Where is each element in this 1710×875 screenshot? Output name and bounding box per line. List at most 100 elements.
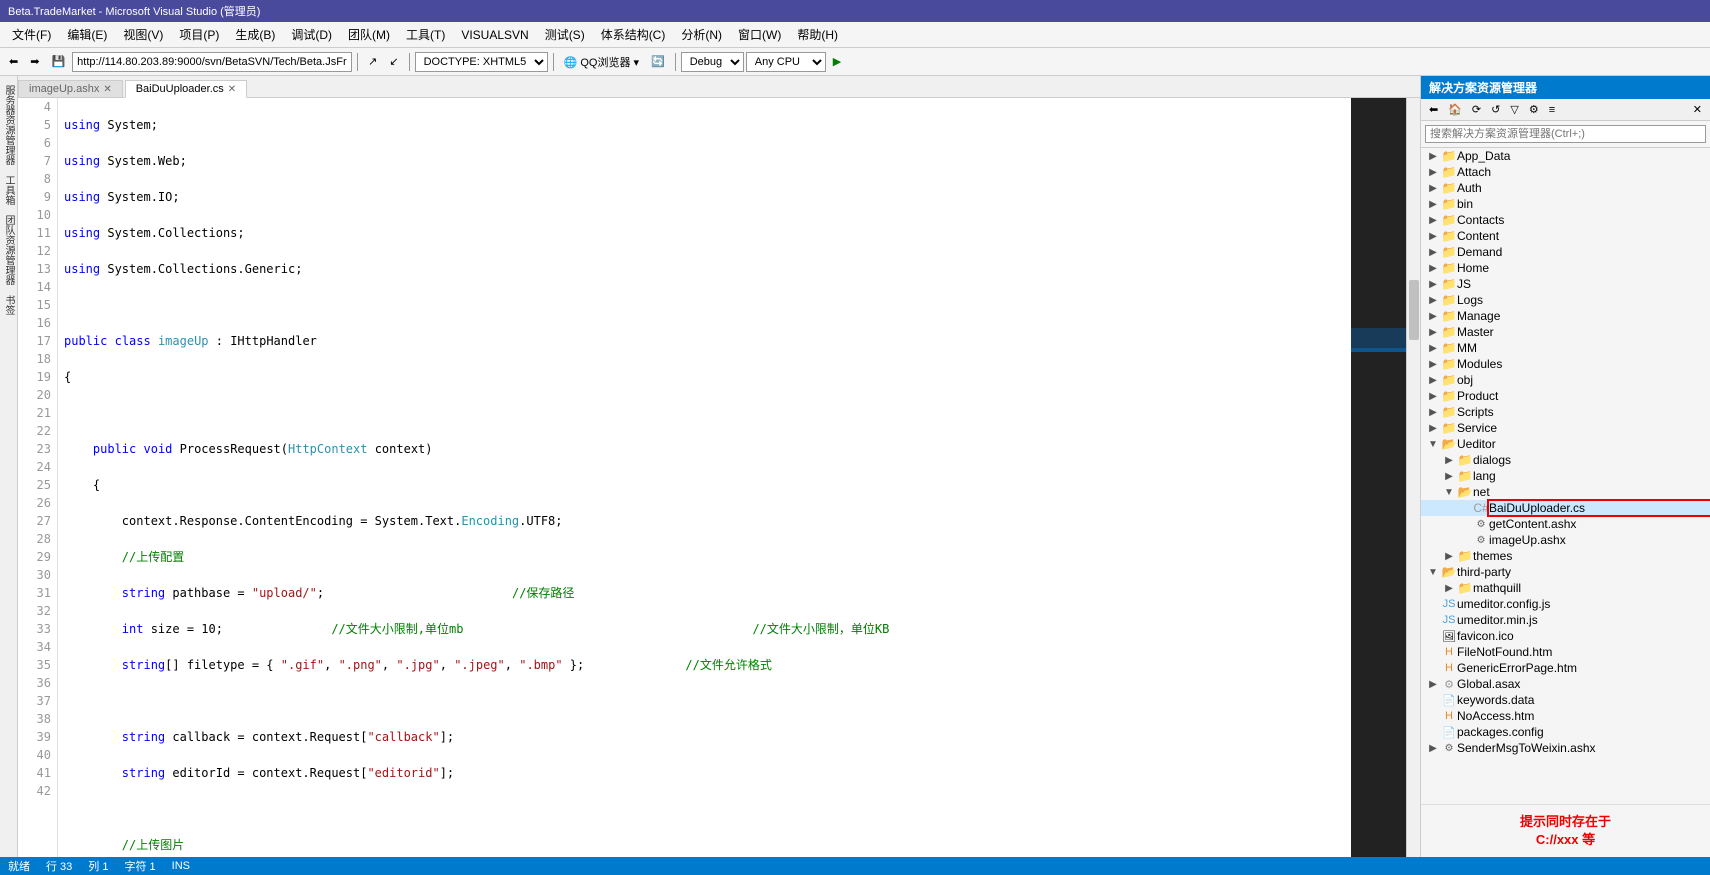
tree-item-attach[interactable]: ▶ 📁 Attach	[1421, 164, 1710, 180]
menu-bar: 文件(F) 编辑(E) 视图(V) 项目(P) 生成(B) 调试(D) 团队(M…	[0, 22, 1710, 48]
data-file-icon: 📄	[1441, 694, 1457, 707]
tree-item-logs[interactable]: ▶ 📁 Logs	[1421, 292, 1710, 308]
tree-label-genericerror: GenericErrorPage.htm	[1457, 661, 1710, 675]
tab-imageup[interactable]: imageUp.ashx ✕	[18, 80, 123, 97]
tree-item-net[interactable]: ▼ 📂 net	[1421, 484, 1710, 500]
tree-item-scripts[interactable]: ▶ 📁 Scripts	[1421, 404, 1710, 420]
toolbar-refresh[interactable]: 🔄	[646, 52, 670, 71]
tree-item-service[interactable]: ▶ 📁 Service	[1421, 420, 1710, 436]
toolbar-browser[interactable]: 🌐 QQ浏览器 ▾	[559, 51, 644, 73]
vertical-scrollbar[interactable]	[1406, 98, 1420, 857]
tree-item-thirdparty[interactable]: ▼ 📂 third-party	[1421, 564, 1710, 580]
url-input[interactable]	[72, 52, 352, 72]
menu-help[interactable]: 帮助(H)	[789, 24, 846, 45]
menu-window[interactable]: 窗口(W)	[730, 24, 789, 45]
tree-item-getcontent[interactable]: ⚙ getContent.ashx	[1421, 516, 1710, 532]
tree-toggle-baiduuploader	[1457, 503, 1473, 514]
code-content[interactable]: using System; using System.Web; using Sy…	[58, 98, 1351, 857]
tree-item-baiduuploader[interactable]: C# BaiDuUploader.cs	[1421, 500, 1710, 516]
folder-icon-bin: 📁	[1441, 197, 1457, 211]
left-toolbar-bookmark[interactable]: 书签	[0, 290, 18, 320]
rpanel-sync[interactable]: ⟳	[1468, 101, 1485, 118]
tree-item-sendermsgtoweixinashx[interactable]: ▶ ⚙ SenderMsgToWeixin.ashx	[1421, 740, 1710, 756]
tree-item-master[interactable]: ▶ 📁 Master	[1421, 324, 1710, 340]
tree-item-contacts[interactable]: ▶ 📁 Contacts	[1421, 212, 1710, 228]
tree-item-appdata[interactable]: ▶ 📁 App_Data	[1421, 148, 1710, 164]
scrollbar-thumb[interactable]	[1409, 280, 1419, 340]
tree-item-auth[interactable]: ▶ 📁 Auth	[1421, 180, 1710, 196]
rpanel-more[interactable]: ≡	[1545, 102, 1559, 118]
tab-baiduuploader[interactable]: BaiDuUploader.cs ✕	[125, 80, 247, 98]
left-toolbar-team[interactable]: 团队资源管理器	[0, 210, 18, 290]
left-toolbar-server[interactable]: 服务器资源管理器	[0, 80, 18, 170]
tree-item-umeditor-min[interactable]: JS umeditor.min.js	[1421, 612, 1710, 628]
toolbar-back[interactable]: ⬅	[4, 52, 23, 71]
tree-item-product[interactable]: ▶ 📁 Product	[1421, 388, 1710, 404]
toolbar-sep-2	[409, 53, 410, 71]
tree-item-keywords[interactable]: 📄 keywords.data	[1421, 692, 1710, 708]
tree-label-product: Product	[1457, 389, 1710, 403]
tab-imageup-close[interactable]: ✕	[103, 84, 111, 95]
tree-item-content[interactable]: ▶ 📁 Content	[1421, 228, 1710, 244]
tree-item-favicon[interactable]: 🖼 favicon.ico	[1421, 628, 1710, 644]
rpanel-back[interactable]: ⬅	[1425, 101, 1442, 118]
tree-toggle-global: ▶	[1425, 679, 1441, 690]
tree-label-keywords: keywords.data	[1457, 693, 1710, 707]
menu-file[interactable]: 文件(F)	[4, 24, 59, 45]
tree-item-packages[interactable]: 📄 packages.config	[1421, 724, 1710, 740]
toolbar-save[interactable]: 💾	[46, 52, 70, 71]
tree-item-home[interactable]: ▶ 📁 Home	[1421, 260, 1710, 276]
tree-item-lang[interactable]: ▶ 📁 lang	[1421, 468, 1710, 484]
debug-select[interactable]: Debug	[681, 52, 744, 72]
tree-item-bin[interactable]: ▶ 📁 bin	[1421, 196, 1710, 212]
tree-label-global: Global.asax	[1457, 677, 1710, 691]
toolbar-svn[interactable]: ↗	[363, 52, 382, 71]
toolbar-run[interactable]: ▶	[828, 52, 846, 71]
tree-item-genericerror[interactable]: H GenericErrorPage.htm	[1421, 660, 1710, 676]
menu-arch[interactable]: 体系结构(C)	[593, 24, 674, 45]
solution-search-input[interactable]	[1425, 125, 1706, 143]
menu-debug[interactable]: 调试(D)	[283, 24, 340, 45]
left-toolbar-toolbox[interactable]: 工具箱	[0, 170, 18, 210]
menu-view[interactable]: 视图(V)	[115, 24, 171, 45]
doctype-select[interactable]: DOCTYPE: XHTML5	[415, 52, 548, 72]
tree-toggle-content: ▶	[1425, 231, 1441, 242]
tree-item-filenotfound[interactable]: H FileNotFound.htm	[1421, 644, 1710, 660]
tree-label-packages: packages.config	[1457, 725, 1710, 739]
tree-item-imageup[interactable]: ⚙ imageUp.ashx	[1421, 532, 1710, 548]
menu-test[interactable]: 测试(S)	[537, 24, 593, 45]
rpanel-close[interactable]: ✕	[1689, 101, 1706, 118]
tree-item-js[interactable]: ▶ 📁 JS	[1421, 276, 1710, 292]
tab-baiduuploader-close[interactable]: ✕	[228, 84, 236, 95]
tree-item-mm[interactable]: ▶ 📁 MM	[1421, 340, 1710, 356]
toolbar-forward[interactable]: ➡	[25, 52, 44, 71]
menu-build[interactable]: 生成(B)	[227, 24, 283, 45]
rpanel-refresh[interactable]: ↺	[1487, 101, 1504, 118]
folder-icon-net: 📂	[1457, 485, 1473, 499]
tree-item-ueditor[interactable]: ▼ 📂 Ueditor	[1421, 436, 1710, 452]
status-bar: 就绪 行 33 列 1 字符 1 INS	[0, 857, 1710, 875]
folder-icon-modules: 📁	[1441, 357, 1457, 371]
tree-item-manage[interactable]: ▶ 📁 Manage	[1421, 308, 1710, 324]
rpanel-home[interactable]: 🏠	[1444, 101, 1466, 118]
menu-tools[interactable]: 工具(T)	[398, 24, 453, 45]
cpu-select[interactable]: Any CPU	[746, 52, 826, 72]
menu-project[interactable]: 项目(P)	[171, 24, 227, 45]
tree-item-global[interactable]: ▶ ⚙ Global.asax	[1421, 676, 1710, 692]
folder-icon-manage: 📁	[1441, 309, 1457, 323]
tree-item-mathquill[interactable]: ▶ 📁 mathquill	[1421, 580, 1710, 596]
tree-item-umeditor-config[interactable]: JS umeditor.config.js	[1421, 596, 1710, 612]
tree-item-obj[interactable]: ▶ 📁 obj	[1421, 372, 1710, 388]
menu-visualsvn[interactable]: VISUALSVN	[453, 26, 536, 44]
tree-item-modules[interactable]: ▶ 📁 Modules	[1421, 356, 1710, 372]
rpanel-settings[interactable]: ⚙	[1525, 101, 1543, 118]
tree-item-dialogs[interactable]: ▶ 📁 dialogs	[1421, 452, 1710, 468]
menu-team[interactable]: 团队(M)	[340, 24, 398, 45]
tree-item-themes[interactable]: ▶ 📁 themes	[1421, 548, 1710, 564]
toolbar-svn2[interactable]: ↙	[384, 52, 403, 71]
tree-item-noaccess[interactable]: H NoAccess.htm	[1421, 708, 1710, 724]
menu-analysis[interactable]: 分析(N)	[673, 24, 730, 45]
menu-edit[interactable]: 编辑(E)	[59, 24, 115, 45]
tree-item-demand[interactable]: ▶ 📁 Demand	[1421, 244, 1710, 260]
rpanel-filter[interactable]: ▽	[1506, 101, 1522, 118]
